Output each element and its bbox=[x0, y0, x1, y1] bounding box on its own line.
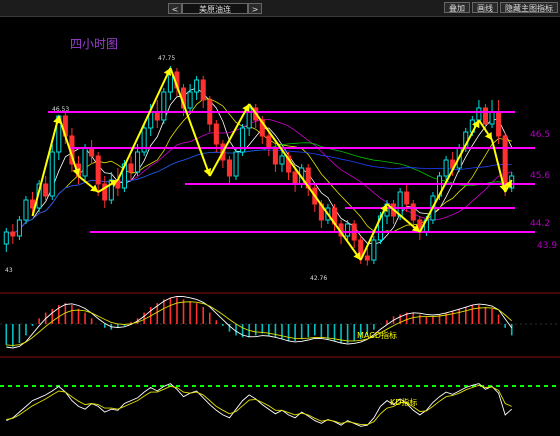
candle bbox=[489, 100, 495, 128]
candle bbox=[371, 236, 377, 264]
ma20-line bbox=[6, 118, 512, 235]
candle bbox=[200, 76, 206, 108]
toolbar: < 美原油连 > 叠加 画线 隐藏主图指标 bbox=[0, 0, 560, 17]
candle-body bbox=[82, 147, 88, 177]
draw-line-button[interactable]: 画线 bbox=[472, 2, 498, 13]
candle bbox=[82, 144, 88, 180]
candle-body bbox=[89, 147, 95, 157]
hide-main-indicator-button[interactable]: 隐藏主图指标 bbox=[500, 2, 558, 13]
y-label-46.5: 46.5 bbox=[530, 130, 550, 140]
ma40-line bbox=[6, 142, 512, 235]
candle-body bbox=[154, 111, 160, 121]
candle bbox=[266, 132, 272, 156]
candle-body bbox=[410, 203, 416, 221]
candle-body bbox=[233, 151, 239, 177]
y-label-44.2: 44.2 bbox=[530, 219, 550, 229]
candle bbox=[49, 144, 55, 200]
candle bbox=[43, 176, 49, 200]
symbol-label: 美原油连 bbox=[182, 2, 248, 14]
candle-body bbox=[3, 231, 9, 245]
candle bbox=[331, 204, 338, 232]
candle bbox=[351, 220, 357, 248]
macd-label: MACD指标 bbox=[357, 330, 397, 340]
symbol-navigator: < 美原油连 > bbox=[168, 2, 262, 14]
candle-body bbox=[194, 79, 200, 93]
candle-body bbox=[279, 155, 285, 165]
candle bbox=[305, 164, 311, 196]
candle bbox=[108, 172, 114, 204]
toolbar-tools: 叠加 画线 隐藏主图指标 bbox=[444, 2, 558, 13]
candle bbox=[187, 84, 193, 112]
trend-arrow-line bbox=[248, 103, 362, 261]
candle-body bbox=[364, 255, 370, 261]
annotation-high-47.75: 47.75 bbox=[158, 55, 175, 62]
candle-body bbox=[161, 91, 167, 121]
candle-body bbox=[266, 135, 272, 149]
next-symbol-button[interactable]: > bbox=[248, 2, 262, 14]
candle-body bbox=[404, 191, 410, 205]
candle-body bbox=[187, 91, 193, 109]
candle-body bbox=[397, 191, 403, 217]
candle bbox=[23, 196, 29, 224]
candle-body bbox=[200, 79, 206, 101]
overlay-button[interactable]: 叠加 bbox=[444, 2, 470, 13]
candle-body bbox=[443, 159, 449, 177]
ma60-line bbox=[6, 149, 512, 235]
candle-body bbox=[135, 151, 141, 173]
candle bbox=[128, 156, 134, 180]
candle-body bbox=[49, 151, 55, 197]
candle bbox=[154, 100, 160, 128]
y-label-43.9: 43.9 bbox=[537, 241, 557, 251]
candle bbox=[233, 148, 239, 180]
candle bbox=[89, 140, 95, 164]
candle-body bbox=[496, 111, 502, 137]
candle bbox=[102, 176, 108, 208]
annotation-low-42.76: 42.76 bbox=[310, 275, 327, 282]
candle-body bbox=[128, 163, 134, 173]
annotation-46.53: 46.53 bbox=[52, 106, 69, 113]
candle-body bbox=[213, 123, 219, 145]
price-chart[interactable]: 四小时图 46.5 45.6 44.2 43.9 47.75 46.53 43 … bbox=[0, 16, 560, 436]
macd-dif-line bbox=[6, 295, 513, 349]
candle-body bbox=[95, 155, 101, 185]
candle bbox=[226, 156, 232, 184]
trend-arrow-line bbox=[57, 115, 80, 177]
candle-body bbox=[476, 107, 482, 121]
candle-body bbox=[502, 135, 508, 189]
trend-arrow bbox=[116, 67, 172, 181]
candle bbox=[496, 100, 502, 144]
candle-body bbox=[16, 219, 22, 237]
candle-body bbox=[482, 107, 488, 125]
kd-label: KD指标 bbox=[390, 397, 417, 407]
candle bbox=[16, 216, 22, 240]
candle bbox=[207, 96, 213, 132]
candle bbox=[161, 88, 167, 124]
candle-body bbox=[489, 111, 495, 125]
trend-arrow bbox=[248, 103, 362, 261]
candle bbox=[3, 228, 9, 252]
candle-body bbox=[226, 159, 232, 177]
candle-body bbox=[10, 231, 16, 237]
annotation-43: 43 bbox=[5, 267, 13, 274]
chart-title: 四小时图 bbox=[70, 37, 118, 51]
candle bbox=[410, 200, 416, 228]
candle bbox=[10, 224, 16, 244]
candle-body bbox=[23, 199, 29, 221]
candle-body bbox=[345, 223, 351, 237]
candle-body bbox=[371, 239, 377, 261]
kd-d-line bbox=[6, 384, 512, 426]
candle-body bbox=[292, 171, 298, 185]
candle-body bbox=[272, 147, 278, 165]
kd-k-line bbox=[6, 383, 512, 427]
candle bbox=[240, 124, 246, 156]
y-label-45.6: 45.6 bbox=[530, 171, 550, 181]
prev-symbol-button[interactable]: < bbox=[168, 2, 182, 14]
candle bbox=[384, 200, 390, 224]
candle-body bbox=[43, 183, 49, 197]
candle bbox=[194, 76, 200, 100]
candle bbox=[443, 156, 449, 180]
